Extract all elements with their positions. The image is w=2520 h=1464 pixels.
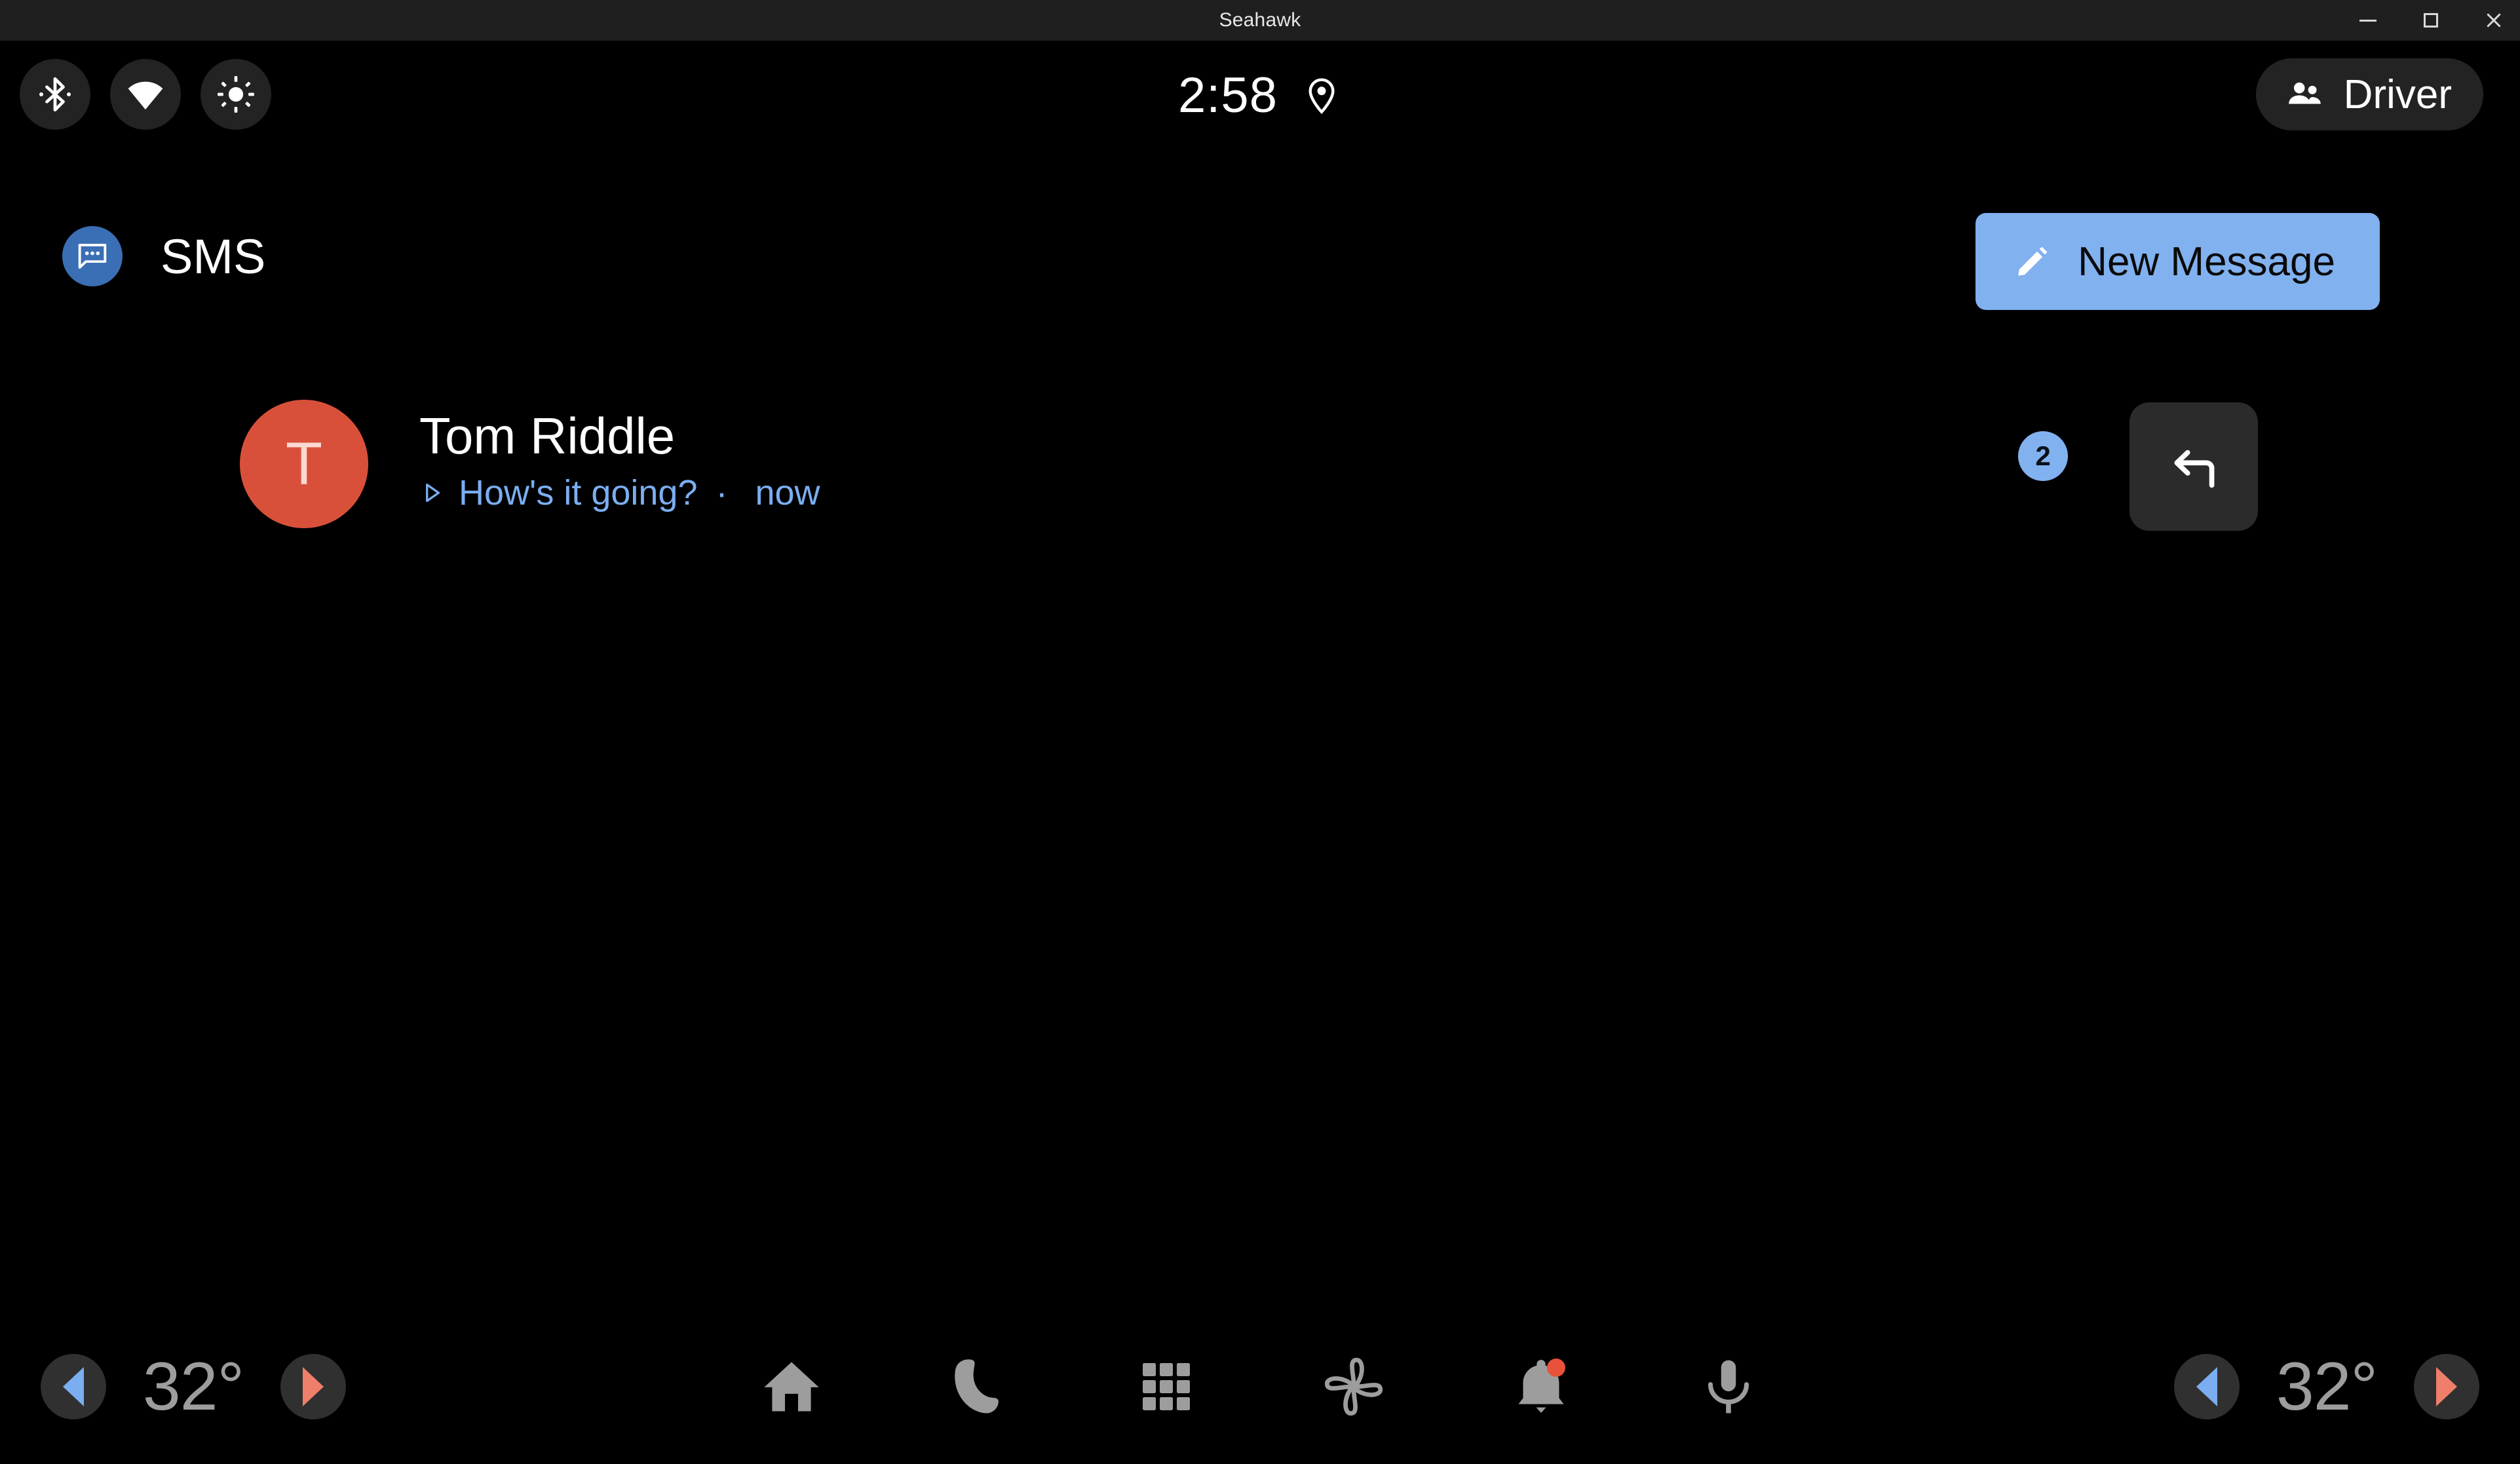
conversation-row[interactable]: T Tom Riddle How's it going? · now 2 — [0, 381, 2520, 531]
preview-separator: · — [716, 473, 728, 513]
nav-bar: 32° 32° — [0, 1309, 2520, 1464]
decrease-temperature-right-button[interactable] — [2174, 1354, 2240, 1419]
phone-icon — [955, 1359, 999, 1414]
conversation-list: T Tom Riddle How's it going? · now 2 — [0, 381, 2520, 531]
unread-count: 2 — [2035, 440, 2051, 471]
bluetooth-icon — [39, 77, 71, 112]
window-controls — [2354, 0, 2508, 41]
chevron-left-icon — [2196, 1367, 2217, 1406]
play-triangle-icon — [426, 484, 440, 503]
nav-buttons — [753, 1348, 1767, 1425]
apps-grid-icon — [1143, 1363, 1190, 1410]
user-name: Driver — [2343, 71, 2452, 117]
people-icon — [2288, 82, 2321, 104]
temperature-right: 32° — [2276, 1348, 2378, 1425]
increase-temperature-right-button[interactable] — [2414, 1354, 2479, 1419]
reply-arrow-icon — [2174, 450, 2215, 488]
app-header: SMS New Message — [0, 201, 2520, 332]
android-screen: 2:58 Driver SMS New Message T Tom Riddle… — [0, 41, 2520, 1464]
sms-app-icon — [62, 226, 123, 286]
maximize-button[interactable] — [2416, 6, 2445, 35]
location-pin-icon — [1308, 78, 1335, 114]
chevron-right-icon — [2436, 1367, 2457, 1406]
notification-badge-dot — [1547, 1358, 1565, 1377]
minimize-button[interactable] — [2354, 6, 2382, 35]
status-bar: 2:58 Driver — [0, 41, 2520, 224]
clock: 2:58 — [1178, 67, 1278, 123]
message-bubble-icon — [78, 243, 107, 269]
brightness-button[interactable] — [200, 59, 271, 130]
reply-button[interactable] — [2129, 402, 2258, 531]
phone-button[interactable] — [940, 1348, 1018, 1425]
microphone-icon — [1708, 1360, 1749, 1414]
message-preview: How's it going? — [459, 473, 698, 513]
message-timestamp: now — [755, 473, 820, 513]
bluetooth-button[interactable] — [20, 59, 90, 130]
unread-badge: 2 — [2018, 431, 2068, 481]
decrease-temperature-left-button[interactable] — [41, 1354, 106, 1419]
pencil-edit-icon — [2018, 246, 2048, 276]
avatar-initial: T — [285, 431, 323, 497]
page-title: SMS — [161, 229, 266, 284]
quick-toggles — [20, 59, 271, 130]
conversation-text: Tom Riddle How's it going? · now — [419, 407, 820, 513]
increase-temperature-left-button[interactable] — [280, 1354, 346, 1419]
assistant-button[interactable] — [1690, 1348, 1767, 1425]
close-icon — [2487, 13, 2501, 28]
window-titlebar: Seahawk — [0, 0, 2520, 41]
notifications-button[interactable] — [1502, 1348, 1580, 1425]
window-title: Seahawk — [1219, 9, 1301, 31]
climate-control-left: 32° — [41, 1348, 346, 1426]
chevron-left-icon — [63, 1367, 84, 1406]
minimize-icon — [2359, 19, 2377, 22]
new-message-label: New Message — [2078, 239, 2335, 284]
avatar: T — [240, 400, 368, 528]
home-icon — [764, 1362, 819, 1412]
home-button[interactable] — [753, 1348, 830, 1425]
app-identity: SMS — [62, 226, 265, 286]
preview-line: How's it going? · now — [419, 472, 820, 513]
wifi-button[interactable] — [110, 59, 181, 130]
climate-button[interactable] — [1315, 1348, 1392, 1425]
close-button[interactable] — [2479, 6, 2508, 35]
maximize-icon — [2424, 13, 2438, 28]
sender-name: Tom Riddle — [419, 407, 676, 465]
climate-control-right: 32° — [2174, 1348, 2479, 1426]
wifi-icon — [128, 81, 163, 110]
new-message-button[interactable]: New Message — [1976, 213, 2380, 310]
brightness-icon — [218, 76, 254, 113]
fan-icon — [1324, 1357, 1383, 1416]
status-center: 2:58 — [1178, 67, 1342, 124]
user-switch-button[interactable]: Driver — [2255, 58, 2483, 130]
chevron-right-icon — [303, 1367, 324, 1406]
temperature-left: 32° — [142, 1348, 244, 1425]
apps-button[interactable] — [1128, 1348, 1205, 1425]
